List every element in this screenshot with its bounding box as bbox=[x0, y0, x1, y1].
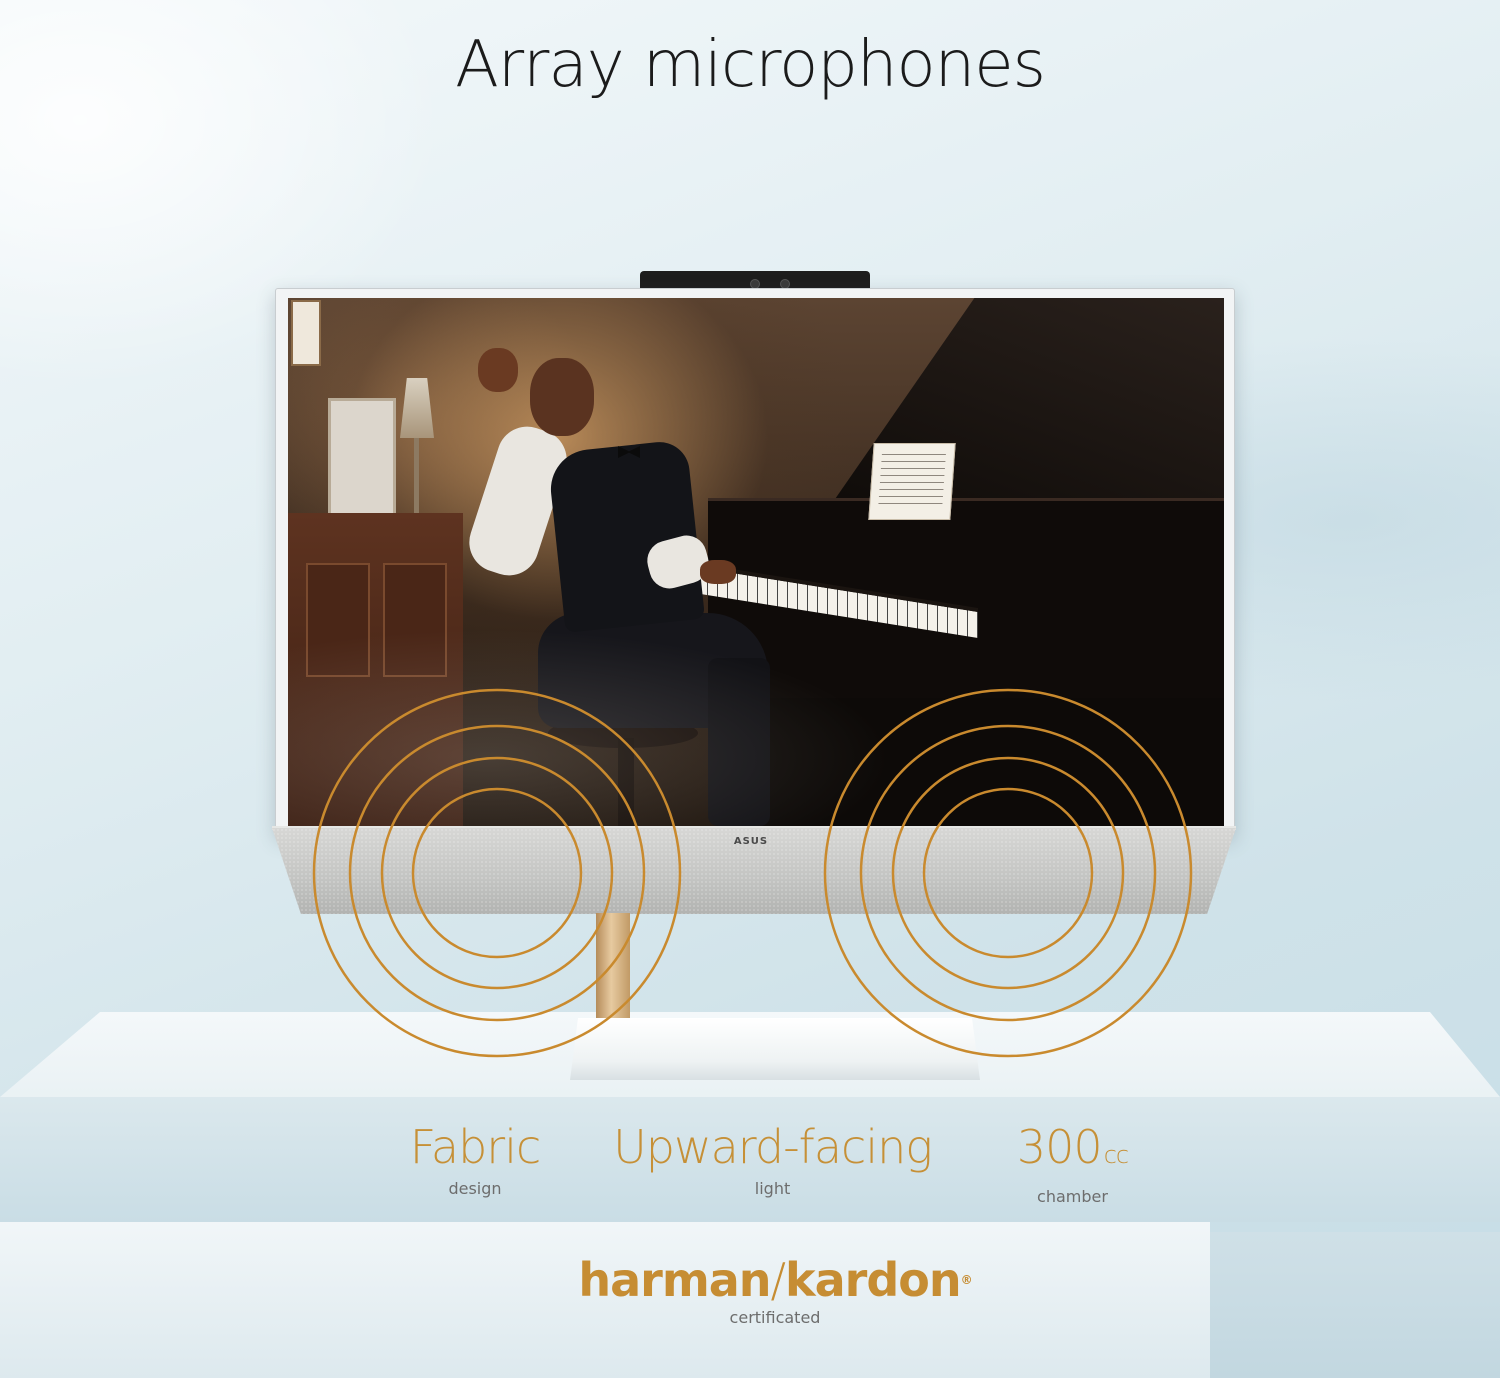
feature-fabric: Fabric design bbox=[380, 1118, 570, 1200]
sheet-music bbox=[868, 443, 956, 520]
feature-main: Upward-facing bbox=[613, 1120, 933, 1174]
scene-smoke bbox=[288, 598, 1224, 826]
feature-sub: light bbox=[754, 1179, 791, 1198]
harman-kardon-badge: harman/kardon® certificated bbox=[560, 1252, 990, 1327]
monitor-screen-image bbox=[288, 298, 1224, 826]
feature-sub: chamber bbox=[1037, 1187, 1108, 1206]
pianist-head bbox=[530, 358, 594, 436]
pedestal-bottom-side bbox=[1210, 1232, 1500, 1378]
feature-main: Fabric bbox=[409, 1120, 542, 1174]
page-title: Array microphones bbox=[455, 28, 1046, 102]
wall-picture bbox=[291, 300, 321, 366]
asus-logo: ASUS bbox=[733, 836, 769, 847]
scene-lamp-stem bbox=[414, 438, 419, 513]
feature-main: 300 bbox=[1016, 1120, 1103, 1174]
certification-caption: certificated bbox=[729, 1308, 821, 1327]
feature-unit: cc bbox=[1103, 1141, 1129, 1169]
harman-kardon-logo: harman/kardon® bbox=[578, 1253, 972, 1307]
feature-upward-facing: Upward-facing light bbox=[590, 1118, 955, 1200]
pianist-playing-hand bbox=[700, 560, 736, 584]
feature-300cc: 300cc chamber bbox=[980, 1118, 1165, 1208]
scene-laptop bbox=[328, 398, 396, 522]
monitor-stand-pole bbox=[596, 913, 630, 1021]
pianist-raised-hand bbox=[478, 348, 518, 392]
feature-sub: design bbox=[448, 1179, 502, 1198]
monitor-stand-base bbox=[570, 1018, 980, 1080]
